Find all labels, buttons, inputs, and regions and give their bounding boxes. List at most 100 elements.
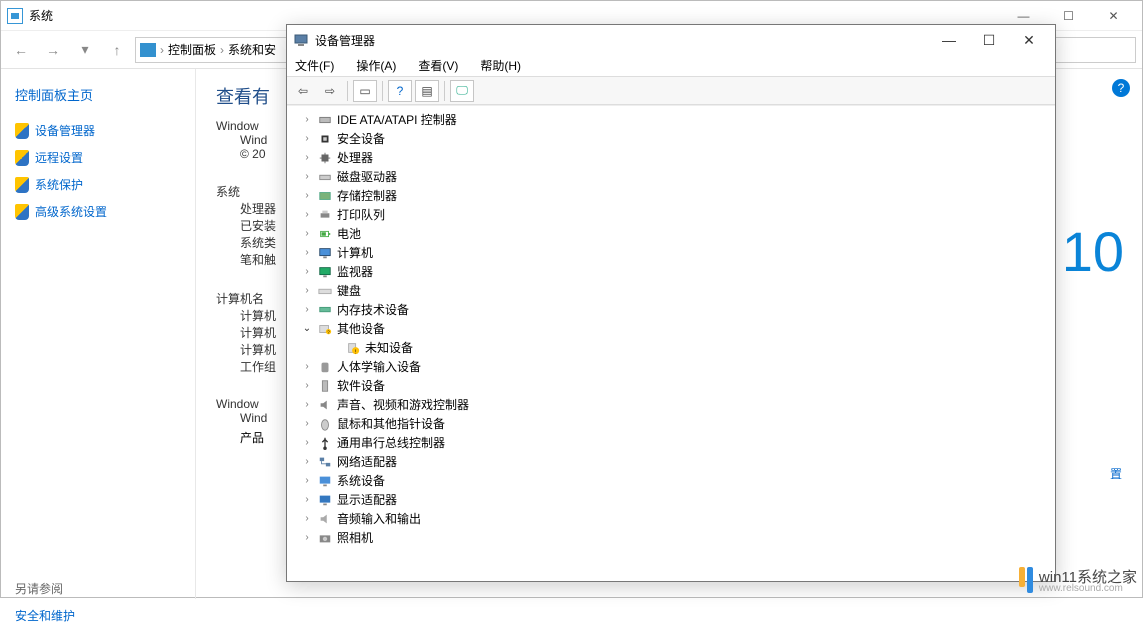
menu-view[interactable]: 查看(V) bbox=[414, 55, 462, 76]
tree-node-label: 照相机 bbox=[337, 529, 373, 546]
tree-node-label: 处理器 bbox=[337, 149, 373, 166]
tree-node-battery[interactable]: ›电池 bbox=[287, 224, 1055, 243]
expand-arrow-icon[interactable]: › bbox=[301, 114, 313, 125]
child-titlebar: 设备管理器 — ☐ ✕ bbox=[287, 25, 1055, 55]
tree-node-software[interactable]: ›软件设备 bbox=[287, 376, 1055, 395]
tree-node-sound[interactable]: ›声音、视频和游戏控制器 bbox=[287, 395, 1055, 414]
menu-action[interactable]: 操作(A) bbox=[352, 55, 400, 76]
tree-node-label: 其他设备 bbox=[337, 320, 385, 337]
disk-icon bbox=[317, 169, 333, 185]
toolbar-scan-button[interactable]: 🖵 bbox=[450, 80, 474, 102]
display-icon bbox=[317, 264, 333, 280]
sidebar-title[interactable]: 控制面板主页 bbox=[15, 85, 181, 104]
toolbar-separator bbox=[382, 81, 383, 101]
tree-node-label: IDE ATA/ATAPI 控制器 bbox=[337, 111, 457, 128]
expand-arrow-icon[interactable]: › bbox=[301, 133, 313, 144]
system-icon bbox=[317, 473, 333, 489]
up-button[interactable]: ↑ bbox=[103, 36, 131, 64]
change-settings-link[interactable]: 置 bbox=[1110, 465, 1122, 482]
toolbar-properties-button[interactable]: ▤ bbox=[415, 80, 439, 102]
sound-icon bbox=[317, 397, 333, 413]
expand-arrow-icon[interactable]: › bbox=[301, 418, 313, 429]
tree-node-gpu[interactable]: ›显示适配器 bbox=[287, 490, 1055, 509]
tree-node-system[interactable]: › 系统设备 bbox=[287, 471, 1055, 490]
sidebar-link-3[interactable]: 高级系统设置 bbox=[15, 203, 181, 220]
expand-arrow-icon[interactable]: › bbox=[301, 266, 313, 277]
breadcrumb-item[interactable]: 控制面板 bbox=[168, 41, 216, 58]
expand-arrow-icon[interactable]: › bbox=[301, 494, 313, 505]
child-minimize-button[interactable]: — bbox=[929, 26, 969, 54]
expand-arrow-icon[interactable]: › bbox=[301, 190, 313, 201]
see-also-link[interactable]: 安全和维护 bbox=[15, 607, 181, 624]
toolbar-forward-button[interactable]: ⇨ bbox=[318, 80, 342, 102]
expand-arrow-icon[interactable]: › bbox=[301, 456, 313, 467]
tree-node-label: 音频输入和输出 bbox=[337, 510, 421, 527]
ide-icon bbox=[317, 112, 333, 128]
expand-arrow-icon[interactable]: › bbox=[301, 228, 313, 239]
tree-node-cpu[interactable]: › 处理器 bbox=[287, 148, 1055, 167]
expand-arrow-icon[interactable]: › bbox=[301, 475, 313, 486]
toolbar-back-button[interactable]: ⇦ bbox=[291, 80, 315, 102]
tree-node-label: 通用串行总线控制器 bbox=[337, 434, 445, 451]
tree-node-mouse[interactable]: ›鼠标和其他指针设备 bbox=[287, 414, 1055, 433]
tree-node-label: 计算机 bbox=[337, 244, 373, 261]
device-tree[interactable]: ›IDE ATA/ATAPI 控制器›安全设备›处理器›磁盘驱动器›存储控制器›… bbox=[287, 105, 1055, 581]
child-maximize-button[interactable]: ☐ bbox=[969, 26, 1009, 54]
sidebar-link-2[interactable]: 系统保护 bbox=[15, 176, 181, 193]
expand-arrow-icon[interactable]: › bbox=[301, 513, 313, 524]
expand-arrow-icon[interactable]: › bbox=[301, 361, 313, 372]
software-icon bbox=[317, 378, 333, 394]
gpu-icon bbox=[317, 492, 333, 508]
close-button[interactable]: ✕ bbox=[1091, 2, 1136, 30]
tree-node-printer[interactable]: ›打印队列 bbox=[287, 205, 1055, 224]
menu-file[interactable]: 文件(F) bbox=[291, 55, 338, 76]
sidebar-link-label: 设备管理器 bbox=[35, 122, 95, 139]
shield-icon bbox=[15, 204, 29, 220]
sidebar-link-1[interactable]: 远程设置 bbox=[15, 149, 181, 166]
collapse-arrow-icon[interactable]: ⌄ bbox=[301, 323, 313, 334]
tree-node-label: 未知设备 bbox=[365, 339, 413, 356]
expand-arrow-icon[interactable]: › bbox=[301, 152, 313, 163]
sidebar-link-0[interactable]: 设备管理器 bbox=[15, 122, 181, 139]
shield-icon bbox=[15, 150, 29, 166]
breadcrumb-item[interactable]: 系统和安 bbox=[228, 41, 276, 58]
expand-arrow-icon[interactable]: › bbox=[301, 532, 313, 543]
expand-arrow-icon[interactable]: › bbox=[301, 285, 313, 296]
tree-node-unknown[interactable]: !未知设备 bbox=[287, 338, 1055, 357]
tree-node-label: 系统设备 bbox=[337, 472, 385, 489]
expand-arrow-icon[interactable]: › bbox=[301, 171, 313, 182]
tree-node-keyboard[interactable]: ›键盘 bbox=[287, 281, 1055, 300]
memory-icon bbox=[317, 302, 333, 318]
tree-node-usb[interactable]: › 通用串行总线控制器 bbox=[287, 433, 1055, 452]
tree-node-ide[interactable]: › IDE ATA/ATAPI 控制器 bbox=[287, 110, 1055, 129]
toolbar-separator bbox=[444, 81, 445, 101]
expand-arrow-icon[interactable]: › bbox=[301, 247, 313, 258]
expand-arrow-icon[interactable]: › bbox=[301, 209, 313, 220]
toolbar-separator bbox=[347, 81, 348, 101]
toolbar-help-button[interactable]: ? bbox=[388, 80, 412, 102]
tree-node-storage[interactable]: ›存储控制器 bbox=[287, 186, 1055, 205]
expand-arrow-icon[interactable]: › bbox=[301, 380, 313, 391]
forward-button[interactable]: → bbox=[39, 36, 67, 64]
toolbar-show-hide-button[interactable]: ▭ bbox=[353, 80, 377, 102]
expand-arrow-icon[interactable]: › bbox=[301, 304, 313, 315]
back-button[interactable]: ← bbox=[7, 36, 35, 64]
tree-node-monitor[interactable]: › 计算机 bbox=[287, 243, 1055, 262]
tree-node-network[interactable]: ›网络适配器 bbox=[287, 452, 1055, 471]
tree-node-label: 人体学输入设备 bbox=[337, 358, 421, 375]
tree-node-memory[interactable]: ›内存技术设备 bbox=[287, 300, 1055, 319]
menu-help[interactable]: 帮助(H) bbox=[476, 55, 525, 76]
tree-node-chip[interactable]: › 安全设备 bbox=[287, 129, 1055, 148]
tree-node-label: 安全设备 bbox=[337, 130, 385, 147]
expand-arrow-icon[interactable]: › bbox=[301, 437, 313, 448]
child-close-button[interactable]: ✕ bbox=[1009, 26, 1049, 54]
tree-node-audio[interactable]: › 音频输入和输出 bbox=[287, 509, 1055, 528]
tree-node-disk[interactable]: ›磁盘驱动器 bbox=[287, 167, 1055, 186]
monitor-icon bbox=[140, 43, 156, 57]
tree-node-camera[interactable]: › 照相机 bbox=[287, 528, 1055, 547]
recent-button[interactable]: ▾ bbox=[71, 36, 99, 64]
expand-arrow-icon[interactable]: › bbox=[301, 399, 313, 410]
tree-node-display[interactable]: ›监视器 bbox=[287, 262, 1055, 281]
tree-node-other[interactable]: ⌄?其他设备 bbox=[287, 319, 1055, 338]
tree-node-hid[interactable]: › 人体学输入设备 bbox=[287, 357, 1055, 376]
